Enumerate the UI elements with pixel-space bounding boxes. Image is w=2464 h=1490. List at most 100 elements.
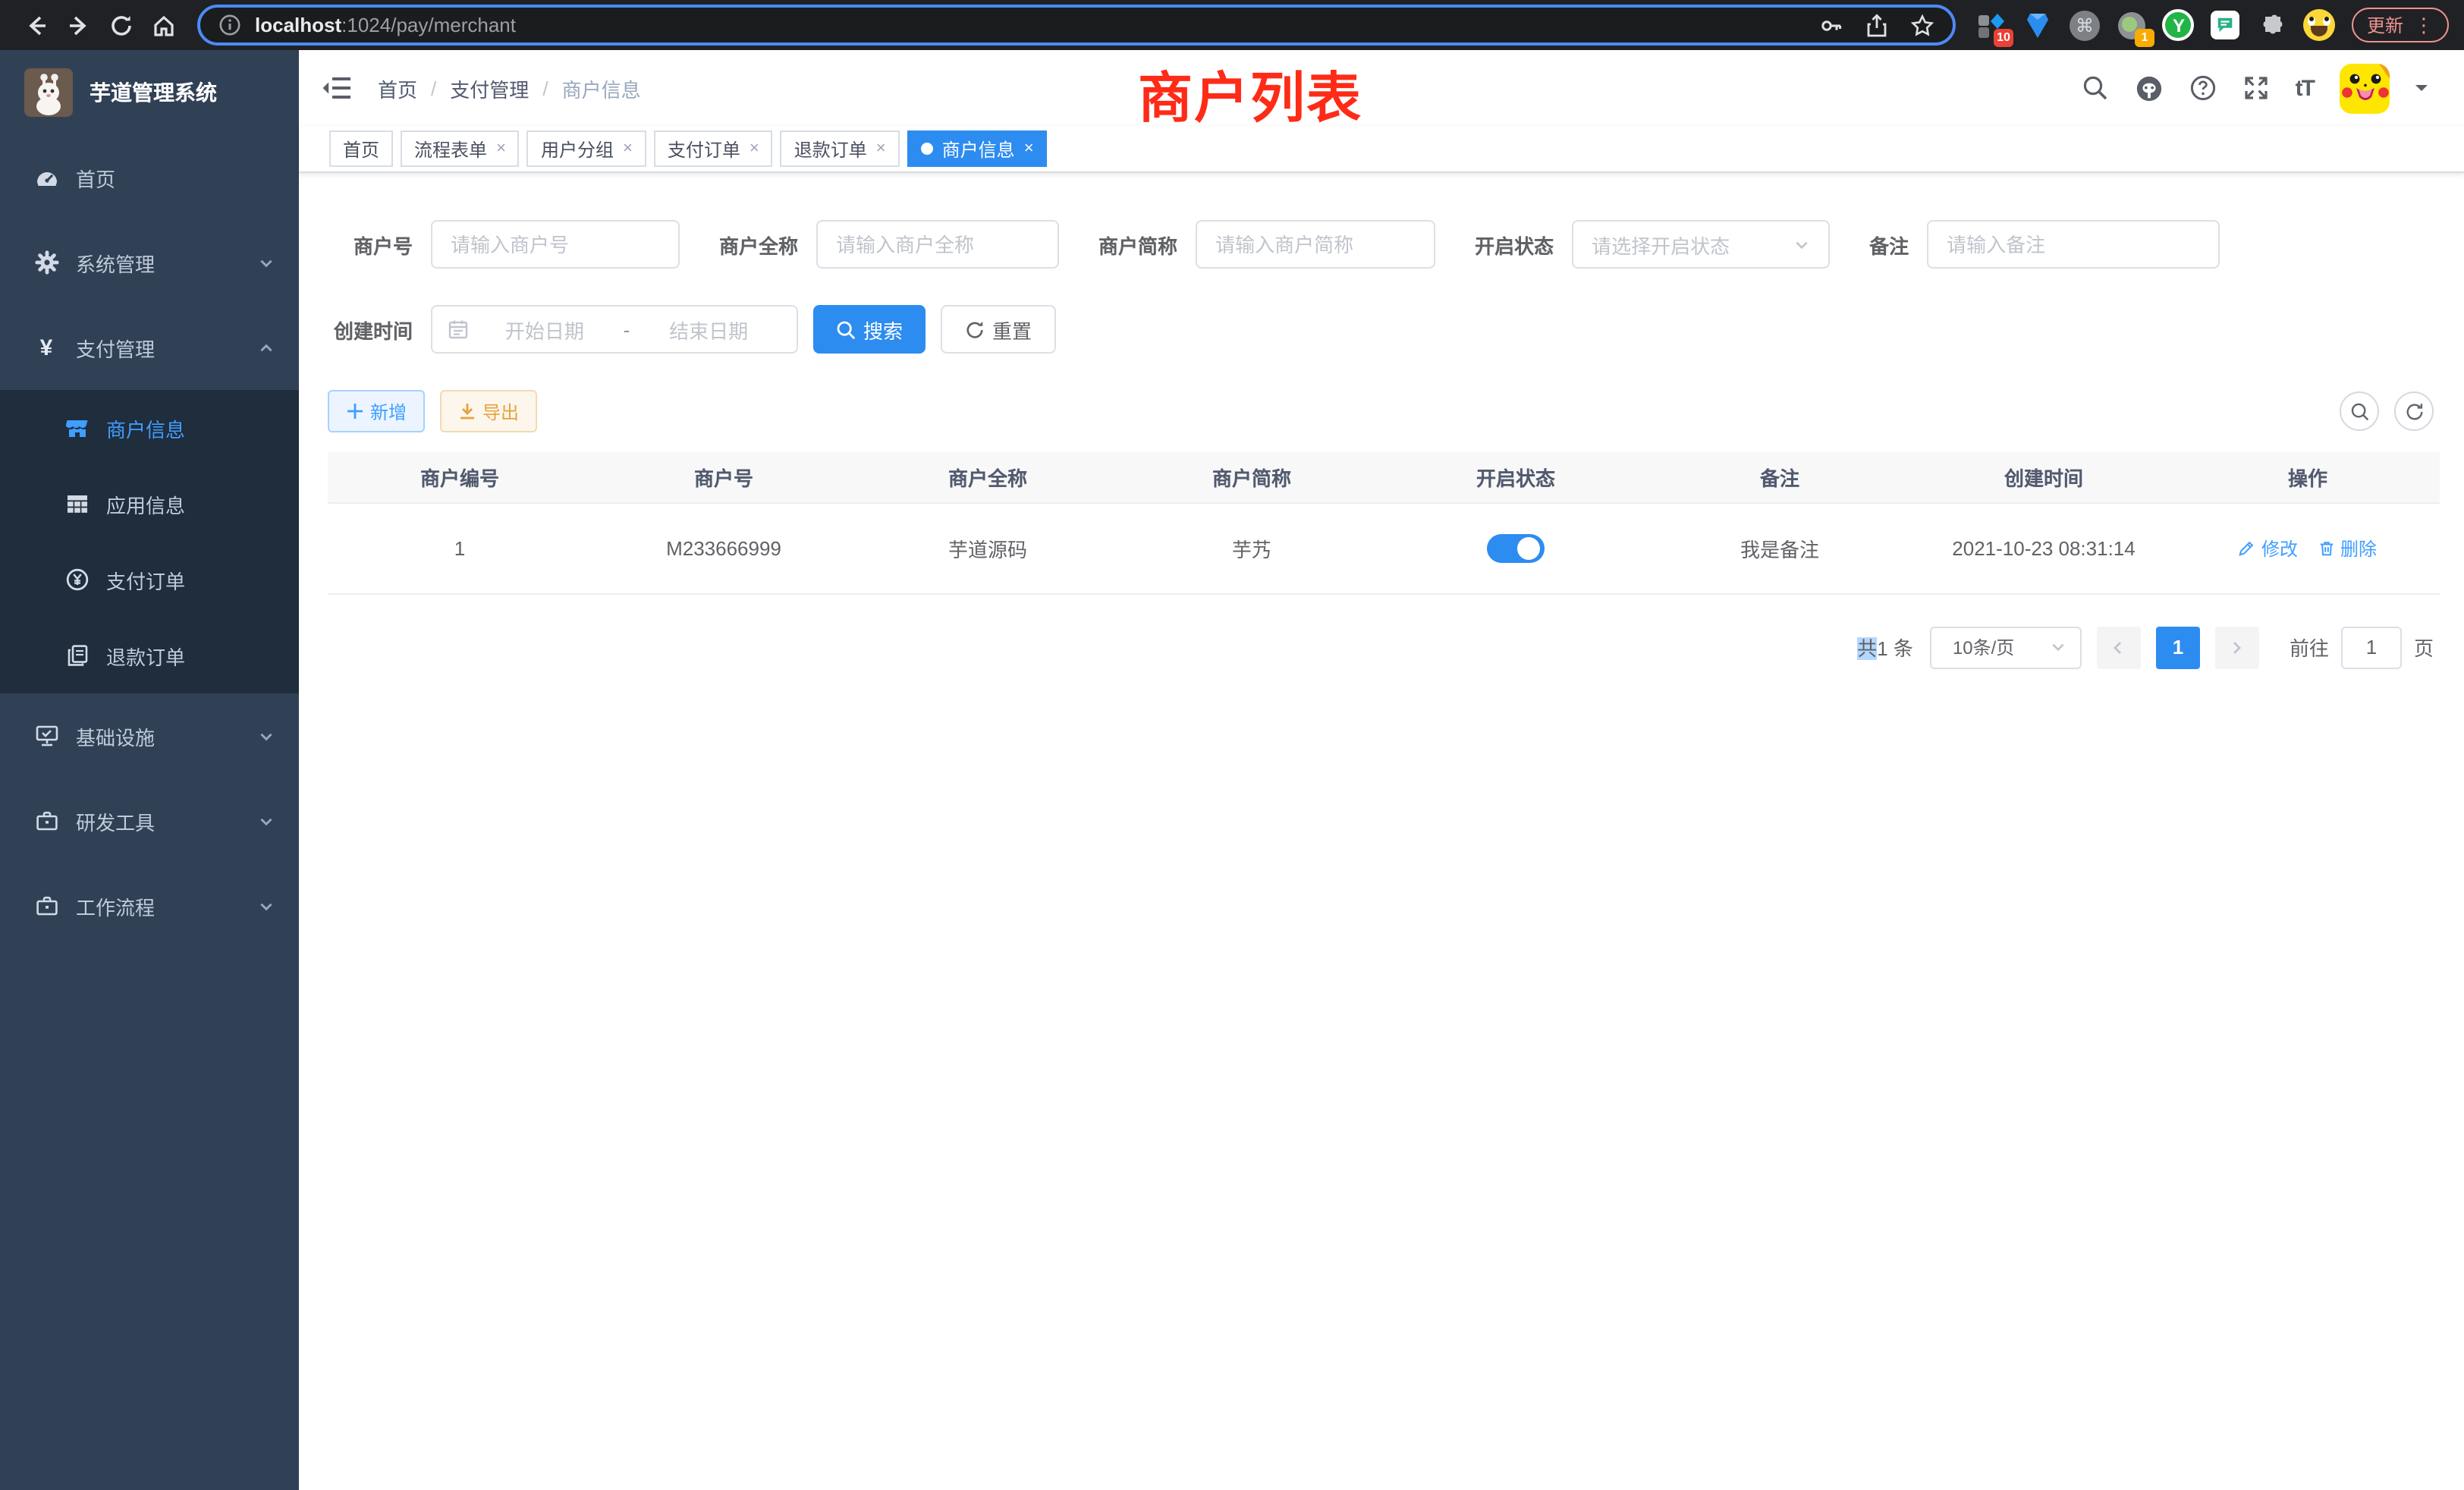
reload-icon[interactable]	[100, 4, 143, 46]
goto-label: 前往	[2290, 633, 2329, 662]
sidebar-item-home[interactable]: 首页	[0, 135, 299, 220]
close-icon[interactable]: ×	[623, 140, 633, 158]
short-name-input[interactable]	[1196, 220, 1435, 269]
close-icon[interactable]: ×	[1024, 140, 1034, 158]
cell-short-name: 芋艿	[1120, 502, 1384, 593]
close-icon[interactable]: ×	[750, 140, 759, 158]
close-icon[interactable]: ×	[876, 140, 886, 158]
close-icon[interactable]: ×	[496, 140, 506, 158]
site-info-icon[interactable]	[218, 14, 241, 36]
breadcrumb-home[interactable]: 首页	[378, 74, 417, 102]
chevron-down-icon	[258, 728, 275, 744]
toggle-search-button[interactable]	[2340, 391, 2379, 431]
tab-refund-order[interactable]: 退款订单 ×	[781, 130, 900, 167]
share-icon[interactable]	[1865, 13, 1889, 37]
extensions-puzzle-icon[interactable]	[2256, 8, 2290, 42]
search-icon[interactable]	[2082, 74, 2109, 102]
date-range-picker[interactable]: 开始日期 - 结束日期	[431, 305, 798, 354]
page-number-1[interactable]: 1	[2156, 626, 2200, 668]
tab-user-group[interactable]: 用户分组×	[527, 130, 646, 167]
status-select[interactable]: 请选择开启状态	[1572, 220, 1830, 269]
back-icon[interactable]	[15, 4, 58, 46]
sidebar-item-pay[interactable]: ¥ 支付管理	[0, 305, 299, 390]
merchant-no-label: 商户号	[328, 230, 413, 259]
breadcrumb-section[interactable]: 支付管理	[450, 74, 529, 102]
app-logo: 芋道管理系统	[0, 50, 299, 135]
delete-link[interactable]: 删除	[2318, 535, 2377, 561]
forward-icon[interactable]	[58, 4, 100, 46]
total-highlighted-char: 共	[1857, 637, 1877, 660]
tab-merchant-info[interactable]: 商户信息×	[907, 130, 1048, 167]
avatar-caret-icon[interactable]	[2415, 84, 2428, 96]
sidebar-item-workflow[interactable]: 工作流程	[0, 863, 299, 948]
apps-extension-icon[interactable]: 10	[1974, 8, 2007, 42]
export-button[interactable]: 导出	[440, 390, 537, 432]
merchant-no-input[interactable]	[431, 220, 680, 269]
sidebar-item-app-info[interactable]: 应用信息	[0, 466, 299, 542]
tab-process-form[interactable]: 流程表单×	[401, 130, 520, 167]
sidebar-item-merchant-info[interactable]: 商户信息	[0, 390, 299, 466]
tab-pay-order[interactable]: 支付订单 ×	[654, 130, 773, 167]
reset-button[interactable]: 重置	[941, 305, 1056, 354]
next-page-button[interactable]	[2215, 626, 2259, 668]
password-key-icon[interactable]	[1819, 13, 1843, 37]
bookmark-star-icon[interactable]	[1910, 13, 1934, 37]
search-button[interactable]: 搜索	[813, 305, 926, 354]
breadcrumb: 首页 / 支付管理 / 商户信息	[378, 74, 641, 102]
url-text: localhost:1024/pay/merchant	[255, 14, 516, 36]
export-button-label: 导出	[482, 398, 519, 424]
sidebar-item-devtools[interactable]: 研发工具	[0, 778, 299, 863]
tab-label: 退款订单	[794, 136, 867, 162]
browser-update-button[interactable]: 更新 ⋮	[2352, 8, 2449, 42]
help-icon[interactable]	[2189, 74, 2217, 102]
browser-toolbar: localhost:1024/pay/merchant 10	[0, 0, 2464, 50]
prev-page-button[interactable]	[2097, 626, 2141, 668]
profile-emoji-icon[interactable]	[2303, 8, 2337, 42]
status-toggle[interactable]	[1487, 533, 1545, 562]
browser-menu-icon[interactable]: ⋮	[2414, 13, 2434, 37]
tab-home[interactable]: 首页	[329, 130, 393, 167]
sidebar-menu: 首页 系统管理 ¥ 支付管理	[0, 135, 299, 948]
add-button[interactable]: 新增	[328, 390, 425, 432]
fullscreen-icon[interactable]	[2242, 74, 2270, 102]
remark-input[interactable]	[1927, 220, 2220, 269]
top-navbar: 首页 / 支付管理 / 商户信息 商户列表	[299, 50, 2464, 126]
breadcrumb-separator: /	[542, 77, 548, 99]
app-title: 芋道管理系统	[90, 77, 217, 108]
full-name-input[interactable]	[816, 220, 1059, 269]
chat-extension-icon[interactable]	[2209, 8, 2242, 42]
font-size-icon[interactable]: tT	[2296, 75, 2314, 101]
cell-remark: 我是备注	[1648, 502, 1912, 593]
page-size-select[interactable]: 10条/页	[1930, 626, 2082, 668]
sidebar-collapse-icon[interactable]	[322, 74, 352, 102]
start-date-field[interactable]: 开始日期	[472, 315, 618, 344]
update-label: 更新	[2367, 12, 2403, 38]
recorder-extension-icon[interactable]: 1	[2115, 8, 2148, 42]
sidebar-item-label: 工作流程	[76, 891, 155, 920]
sidebar-item-infra[interactable]: 基础设施	[0, 693, 299, 778]
refresh-table-button[interactable]	[2394, 391, 2434, 431]
gem-extension-icon[interactable]	[2021, 8, 2054, 42]
cell-status	[1384, 502, 1648, 593]
yen-icon: ¥	[33, 335, 59, 360]
tab-label: 支付订单	[668, 136, 740, 162]
sidebar-item-refund-order[interactable]: 退款订单	[0, 618, 299, 693]
end-date-field[interactable]: 结束日期	[636, 315, 781, 344]
chevron-down-icon	[258, 897, 275, 914]
url-bar[interactable]: localhost:1024/pay/merchant	[197, 5, 1956, 46]
user-avatar[interactable]	[2340, 63, 2390, 113]
goto-page-input[interactable]	[2341, 626, 2402, 668]
vue-devtools-icon[interactable]: Y	[2162, 8, 2195, 42]
sidebar-item-pay-order[interactable]: 支付订单	[0, 542, 299, 618]
edit-link[interactable]: 修改	[2239, 535, 2298, 561]
home-icon[interactable]	[143, 4, 185, 46]
github-icon[interactable]	[2135, 74, 2164, 102]
command-extension-icon[interactable]: ⌘	[2068, 8, 2101, 42]
sidebar-item-system[interactable]: 系统管理	[0, 220, 299, 305]
status-placeholder: 请选择开启状态	[1592, 230, 1730, 259]
browser-extensions: 10 ⌘ 1 Y	[1974, 8, 2337, 42]
monitor-icon	[33, 724, 59, 748]
chevron-down-icon	[258, 254, 275, 271]
table-toolbar: 新增 导出	[328, 390, 2440, 432]
remark-label: 备注	[1869, 230, 1909, 259]
